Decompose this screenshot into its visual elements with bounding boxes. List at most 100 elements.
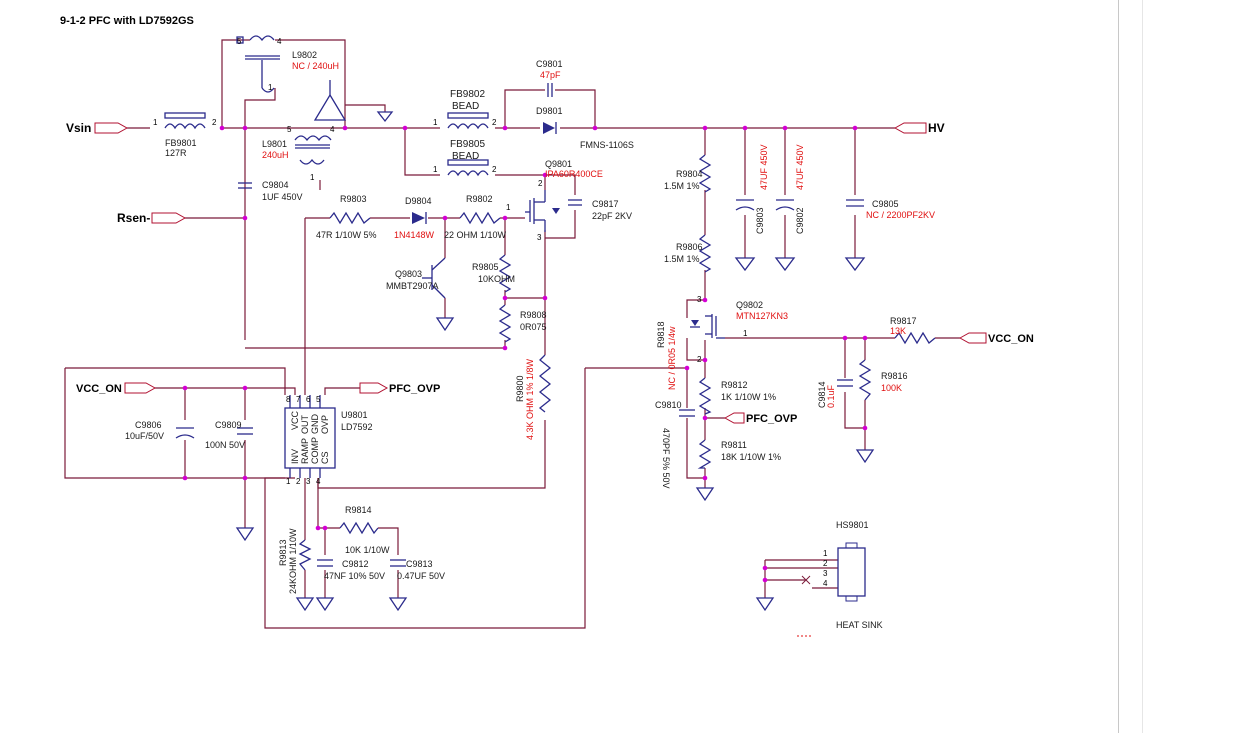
capacitor-c9804: C9804 1UF 450V (238, 180, 303, 202)
svg-text:1: 1 (286, 477, 291, 486)
svg-text:47pF: 47pF (540, 70, 561, 80)
svg-text:Rsen-: Rsen- (117, 211, 150, 225)
ferrite-bead-fb9805: 1 2 FB9805 BEAD (433, 139, 497, 177)
svg-text:7: 7 (296, 395, 301, 404)
schematic-diagram: 9-1-2 PFC with LD7592GS Vsin HV Rsen- VC… (60, 15, 1034, 637)
svg-text:1UF 450V: 1UF 450V (262, 192, 303, 202)
svg-text:C9802: C9802 (795, 207, 805, 234)
resistor-r9806: R9806 1.5M 1% (664, 234, 712, 273)
capacitor-c9806: C9806 10uF/50V (125, 420, 195, 441)
svg-text:R9811: R9811 (721, 440, 747, 450)
svg-text:47R 1/10W 5%: 47R 1/10W 5% (316, 230, 377, 240)
svg-text:2: 2 (492, 165, 497, 174)
inductor-l9801: 5 4 1 L9801 240uH (262, 125, 335, 182)
svg-text:47NF 10% 50V: 47NF 10% 50V (324, 571, 385, 581)
svg-text:4.3K OHM 1% 1/8W: 4.3K OHM 1% 1/8W (525, 358, 535, 440)
svg-text:10KOHM: 10KOHM (478, 274, 515, 284)
svg-text:HS9801: HS9801 (836, 520, 869, 530)
resistor-r9804: R9804 1.5M 1% (664, 154, 712, 193)
svg-text:R9818: R9818 (656, 321, 666, 348)
svg-text:4: 4 (823, 579, 828, 588)
resistor-r9811: R9811 18K 1/10W 1% (697, 439, 781, 469)
svg-text:L9801: L9801 (262, 139, 287, 149)
capacitor-c9805: C9805 NC / 2200PF2KV (846, 199, 935, 220)
svg-text:2: 2 (212, 118, 217, 127)
port-rsen: Rsen- (117, 211, 187, 225)
svg-text:240uH: 240uH (262, 150, 289, 160)
svg-text:10uF/50V: 10uF/50V (125, 431, 164, 441)
svg-text:5: 5 (237, 37, 242, 46)
svg-text:IPA60R400CE: IPA60R400CE (545, 169, 603, 179)
svg-text:FB9805: FB9805 (450, 139, 485, 150)
svg-text:LD7592: LD7592 (341, 422, 373, 432)
svg-text:8: 8 (286, 395, 291, 404)
svg-text:C9804: C9804 (262, 180, 289, 190)
svg-text:1: 1 (268, 83, 273, 92)
svg-text:NC / 2200PF2KV: NC / 2200PF2KV (866, 210, 935, 220)
capacitor-c9803: C9803 47UF 450V (735, 144, 769, 234)
svg-text:Vsin: Vsin (66, 121, 91, 135)
resistor-r9808: R9808 0R075 (498, 304, 547, 343)
svg-text:1: 1 (310, 173, 315, 182)
svg-text:FB9802: FB9802 (450, 89, 485, 100)
svg-text:FB9801: FB9801 (165, 138, 197, 148)
resistor-r9814: R9814 10K 1/10W (339, 505, 390, 555)
schematic-page: 9-1-2 PFC with LD7592GS Vsin HV Rsen- VC… (0, 0, 1258, 733)
svg-text:2: 2 (296, 477, 301, 486)
svg-text:1: 1 (823, 549, 828, 558)
svg-text:MMBT2907A: MMBT2907A (386, 281, 439, 291)
svg-text:R9806: R9806 (676, 242, 703, 252)
svg-text:1N4148W: 1N4148W (394, 230, 435, 240)
svg-text:R9805: R9805 (472, 262, 499, 272)
svg-text:1.5M 1%: 1.5M 1% (664, 254, 700, 264)
ground-symbol (376, 111, 394, 123)
svg-text:1: 1 (153, 118, 158, 127)
svg-text:R9814: R9814 (345, 505, 372, 515)
svg-text:L9802: L9802 (292, 50, 317, 60)
port-hv: HV (893, 121, 945, 135)
svg-text:MTN127KN3: MTN127KN3 (736, 311, 788, 321)
capacitor-c9802: C9802 47UF 450V (775, 144, 805, 234)
svg-text:PFC_OVP: PFC_OVP (746, 413, 797, 425)
svg-text:D9801: D9801 (536, 106, 563, 116)
svg-text:BEAD: BEAD (452, 101, 479, 112)
svg-text:NC / 0R05 1/4w: NC / 0R05 1/4w (667, 326, 677, 390)
port-pfc-ovp-right: PFC_OVP (723, 412, 797, 425)
svg-text:4: 4 (316, 477, 321, 486)
svg-text:OUT: OUT (300, 415, 310, 435)
svg-text:HEAT SINK: HEAT SINK (836, 620, 883, 630)
capacitor-c9809: C9809 100N 50V (205, 420, 253, 450)
resistor-r9816: R9816 100K (858, 359, 908, 401)
svg-text:R9804: R9804 (676, 169, 703, 179)
inductor-l9802: 5 4 1 L9802 NC / 240uH (236, 35, 339, 93)
svg-text:22 OHM 1/10W: 22 OHM 1/10W (444, 230, 507, 240)
svg-text:47UF 450V: 47UF 450V (759, 144, 769, 190)
svg-text:0.47UF 50V: 0.47UF 50V (397, 571, 445, 581)
svg-text:C9806: C9806 (135, 420, 162, 430)
ic-u9801: 87 65 12 34 INV VCC RAMP OUT COMP GND CS… (284, 395, 373, 486)
svg-text:C9803: C9803 (755, 207, 765, 234)
svg-text:100K: 100K (881, 383, 902, 393)
svg-text:22pF 2KV: 22pF 2KV (592, 211, 632, 221)
svg-text:C9805: C9805 (872, 199, 899, 209)
svg-text:C9812: C9812 (342, 559, 369, 569)
svg-text:C9801: C9801 (536, 59, 563, 69)
svg-text:18K 1/10W 1%: 18K 1/10W 1% (721, 452, 781, 462)
svg-text:R9808: R9808 (520, 310, 547, 320)
resistor-r9812: R9812 1K 1/10W 1% (698, 377, 776, 415)
svg-text:R9800: R9800 (515, 375, 525, 402)
svg-text:R9812: R9812 (721, 380, 748, 390)
svg-text:BEAD: BEAD (452, 151, 479, 162)
ferrite-bead-fb9801: 1 2 FB9801 127R (153, 112, 217, 158)
svg-text:4: 4 (277, 37, 282, 46)
svg-text:C9813: C9813 (406, 559, 433, 569)
capacitor-c9812: C9812 47NF 10% 50V (317, 559, 385, 581)
port-vcc-on-left: VCC_ON (76, 382, 157, 395)
capacitor-c9814: C9814 0.1uF (817, 379, 853, 408)
svg-text:PFC_OVP: PFC_OVP (389, 383, 440, 395)
svg-text:Q9802: Q9802 (736, 300, 763, 310)
resistor-r9818: R9818 NC / 0R05 1/4w (656, 321, 677, 390)
svg-text:Q9801: Q9801 (545, 159, 572, 169)
capacitor-c9810: C9810 470PF 5% 50V (655, 400, 695, 489)
svg-text:R9816: R9816 (881, 371, 908, 381)
